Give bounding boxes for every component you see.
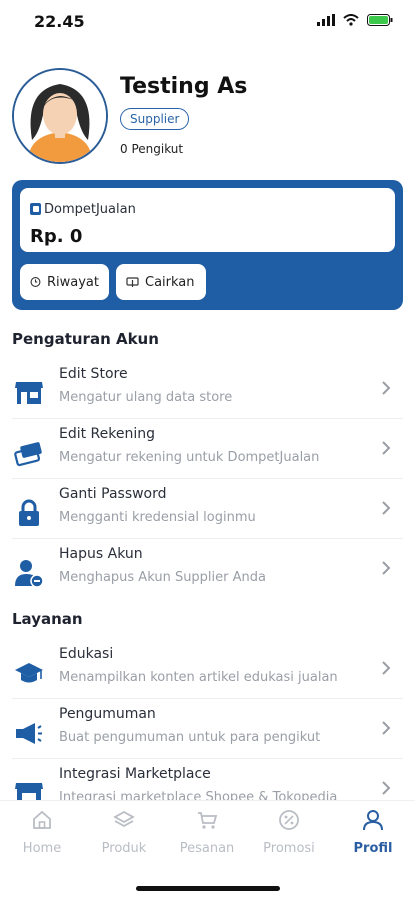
chevron-right-icon bbox=[382, 721, 391, 735]
home-indicator bbox=[136, 886, 280, 891]
divider bbox=[12, 758, 403, 759]
wallet-card: DompetJualan Rp. 0 Riwayat Cairkan bbox=[12, 180, 403, 310]
menu-item-change-password[interactable]: Ganti Password Mengganti kredensial logi… bbox=[0, 480, 415, 540]
menu-subtitle: Mengatur ulang data store bbox=[59, 390, 233, 405]
bank-card-icon bbox=[14, 442, 42, 467]
user-remove-icon bbox=[15, 560, 44, 588]
megaphone-icon bbox=[16, 723, 42, 744]
menu-item-delete-account[interactable]: Hapus Akun Menghapus Akun Supplier Anda bbox=[0, 540, 415, 600]
discount-icon bbox=[279, 810, 299, 830]
wallet-balance-panel[interactable]: DompetJualan Rp. 0 bbox=[20, 188, 395, 252]
menu-title: Edit Rekening bbox=[59, 426, 156, 442]
menu-subtitle: Integrasi marketplace Shopee & Tokopedia bbox=[59, 790, 338, 800]
nav-label: Produk bbox=[101, 841, 147, 856]
nav-item-products[interactable]: Produk bbox=[89, 809, 159, 856]
withdraw-label: Cairkan bbox=[145, 274, 195, 290]
chevron-right-icon bbox=[382, 441, 391, 455]
chevron-right-icon bbox=[382, 661, 391, 675]
signal-icon bbox=[317, 14, 335, 26]
history-button[interactable]: Riwayat bbox=[20, 264, 109, 300]
section-account-title: Pengaturan Akun bbox=[12, 330, 159, 348]
nav-label: Pesanan bbox=[179, 841, 235, 856]
chevron-right-icon bbox=[382, 781, 391, 795]
menu-title: Hapus Akun bbox=[59, 546, 143, 562]
menu-title: Pengumuman bbox=[59, 706, 156, 722]
avatar[interactable] bbox=[12, 68, 108, 164]
withdraw-button[interactable]: Cairkan bbox=[116, 264, 206, 300]
followers-count[interactable]: 0 Pengikut bbox=[120, 142, 183, 156]
chevron-right-icon bbox=[382, 561, 391, 575]
status-icons bbox=[317, 14, 393, 26]
status-time: 22.45 bbox=[34, 12, 85, 31]
menu-subtitle: Menghapus Akun Supplier Anda bbox=[59, 570, 266, 585]
store-icon bbox=[15, 382, 43, 404]
role-badge: Supplier bbox=[120, 108, 190, 130]
graduation-cap-icon bbox=[15, 663, 43, 683]
divider bbox=[12, 538, 403, 539]
menu-item-marketplace-integration[interactable]: Integrasi Marketplace Integrasi marketpl… bbox=[0, 760, 415, 800]
menu-title: Integrasi Marketplace bbox=[59, 766, 211, 782]
nav-label: Promosi bbox=[263, 841, 315, 856]
divider bbox=[12, 478, 403, 479]
divider bbox=[12, 418, 403, 419]
wifi-icon bbox=[343, 14, 359, 26]
lock-icon bbox=[19, 499, 39, 526]
menu-item-edit-bank-account[interactable]: Edit Rekening Mengatur rekening untuk Do… bbox=[0, 420, 415, 480]
chevron-right-icon bbox=[382, 381, 391, 395]
wallet-icon bbox=[30, 203, 41, 215]
menu-subtitle: Buat pengumuman untuk para pengikut bbox=[59, 730, 321, 745]
menu-item-announcement[interactable]: Pengumuman Buat pengumuman untuk para pe… bbox=[0, 700, 415, 760]
battery-icon bbox=[367, 14, 393, 26]
marketplace-icon bbox=[15, 783, 43, 800]
profile-name: Testing As bbox=[120, 74, 248, 99]
wallet-label: DompetJualan bbox=[44, 202, 136, 217]
cart-icon bbox=[198, 812, 218, 829]
nav-item-home[interactable]: Home bbox=[7, 809, 77, 856]
user-icon bbox=[363, 810, 383, 831]
history-label: Riwayat bbox=[47, 274, 99, 290]
chevron-right-icon bbox=[382, 501, 391, 515]
menu-item-edit-store[interactable]: Edit Store Mengatur ulang data store bbox=[0, 360, 415, 420]
wallet-balance: Rp. 0 bbox=[30, 226, 83, 247]
avatar-illustration-icon bbox=[14, 70, 106, 162]
status-bar: 22.45 bbox=[0, 0, 415, 44]
menu-subtitle: Mengatur rekening untuk DompetJualan bbox=[59, 450, 320, 465]
section-services-title: Layanan bbox=[12, 610, 83, 628]
menu-title: Ganti Password bbox=[59, 486, 167, 502]
profile-header: Testing As Supplier 0 Pengikut bbox=[0, 64, 415, 174]
history-icon bbox=[30, 277, 41, 287]
home-icon bbox=[33, 810, 51, 829]
menu-subtitle: Mengganti kredensial loginmu bbox=[59, 510, 256, 525]
withdraw-icon bbox=[126, 277, 139, 287]
nav-label: Profil bbox=[353, 841, 393, 856]
menu-item-education[interactable]: Edukasi Menampilkan konten artikel eduka… bbox=[0, 640, 415, 700]
nav-item-orders[interactable]: Pesanan bbox=[172, 809, 242, 856]
nav-item-promotions[interactable]: Promosi bbox=[254, 809, 324, 856]
divider bbox=[12, 698, 403, 699]
nav-item-profile[interactable]: Profil bbox=[338, 809, 408, 856]
layers-icon bbox=[113, 810, 135, 828]
menu-title: Edukasi bbox=[59, 646, 114, 662]
menu-title: Edit Store bbox=[59, 366, 128, 382]
bottom-navigation: Home Produk Pesanan Promosi Profil bbox=[0, 800, 415, 863]
nav-label: Home bbox=[22, 841, 62, 856]
menu-subtitle: Menampilkan konten artikel edukasi juala… bbox=[59, 670, 338, 685]
